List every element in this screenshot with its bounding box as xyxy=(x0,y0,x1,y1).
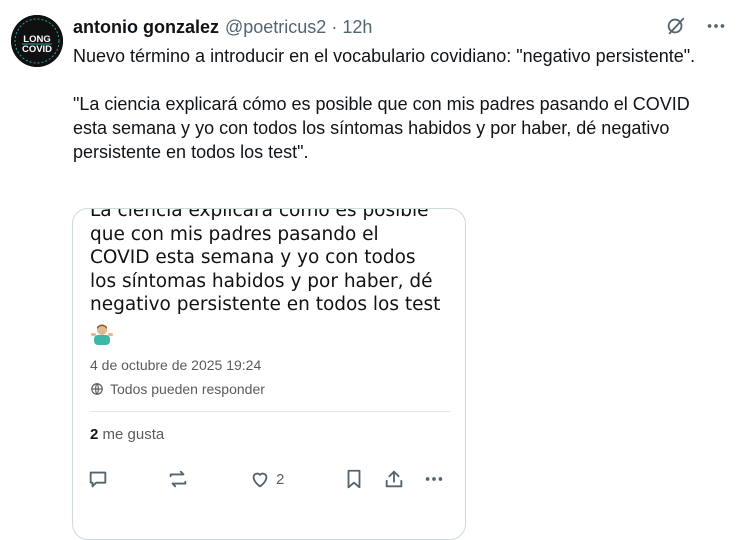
attached-image-card[interactable]: La ciencia explicará cómo es posible que… xyxy=(72,208,466,540)
quoted-post-date: 4 de octubre de 2025 19:24 xyxy=(90,357,262,373)
tweet-header: antonio gonzalez @poetricus2 · 12h xyxy=(73,14,372,40)
globe-icon xyxy=(90,382,104,396)
tweet-paragraph: Nuevo término a introducir en el vocabul… xyxy=(73,46,696,66)
top-actions xyxy=(664,14,728,38)
repost-icon[interactable] xyxy=(167,468,189,490)
quoted-line: que con mis padres pasando el xyxy=(90,223,379,245)
reply-setting-label: Todos pueden responder xyxy=(110,381,265,397)
likes-summary: 2 me gusta xyxy=(90,426,164,443)
bookmark-icon[interactable] xyxy=(343,468,365,490)
author-handle[interactable]: @poetricus2 xyxy=(225,17,326,38)
heart-icon[interactable] xyxy=(249,468,271,490)
quoted-line: negativo persistente en todos los test xyxy=(90,294,441,315)
quoted-line: los síntomas habidos y por haber, dé xyxy=(90,270,433,292)
tweet-text: Nuevo término a introducir en el vocabul… xyxy=(73,44,723,164)
tweet-paragraph: "La ciencia explicará cómo es posible qu… xyxy=(73,94,690,162)
avatar[interactable]: LONG COVID xyxy=(11,15,63,67)
quoted-line: COVID esta semana y yo con todos xyxy=(90,247,416,268)
like-button[interactable]: 2 xyxy=(249,468,284,490)
like-count: 2 xyxy=(276,470,285,488)
reply-setting: Todos pueden responder xyxy=(90,381,265,397)
author-name[interactable]: antonio gonzalez xyxy=(73,17,219,38)
likes-label: me gusta xyxy=(102,426,165,443)
man-shrugging-emoji xyxy=(90,321,114,350)
quoted-action-bar: 2 xyxy=(87,468,449,494)
likes-count: 2 xyxy=(90,426,99,443)
separator-dot: · xyxy=(331,16,338,37)
comment-icon[interactable] xyxy=(87,468,109,490)
share-icon[interactable] xyxy=(383,468,405,490)
avatar-line-2: COVID xyxy=(22,44,52,55)
grok-icon[interactable] xyxy=(664,14,688,38)
more-options-icon[interactable] xyxy=(704,14,728,38)
divider xyxy=(90,411,450,412)
more-icon[interactable] xyxy=(423,468,445,490)
quoted-line: La ciencia explicará cómo es posible xyxy=(90,208,429,221)
quoted-text: La ciencia explicará cómo es posible que… xyxy=(90,208,450,317)
post-time[interactable]: 12h xyxy=(342,17,372,38)
